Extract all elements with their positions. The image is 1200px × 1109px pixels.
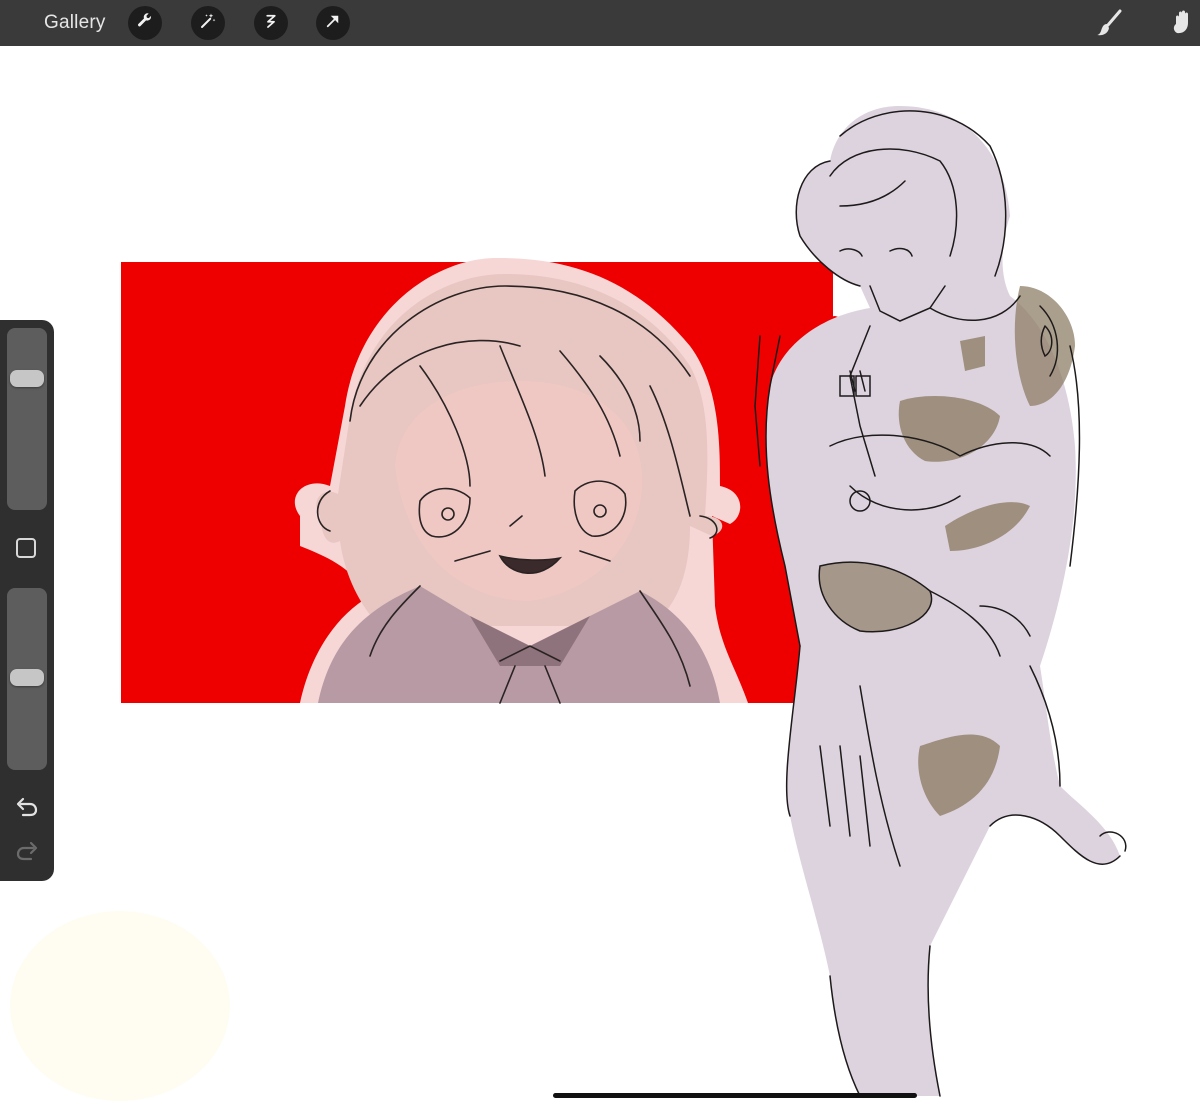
adjustments-button[interactable] [191,6,225,40]
brush-tool-button[interactable] [1093,7,1125,39]
drawing-canvas[interactable] [0,46,1200,1109]
brown-shade-shoulder [1014,286,1075,406]
opacity-slider[interactable] [7,588,47,770]
transform-button[interactable] [316,6,350,40]
actions-button[interactable] [128,6,162,40]
modify-square-icon[interactable] [16,538,36,558]
top-toolbar: Gallery [0,0,1200,46]
faint-smudge [10,911,230,1101]
smudge-tool-button[interactable] [1166,7,1198,39]
redo-button[interactable] [14,840,40,864]
brush-size-handle[interactable] [10,369,44,387]
home-indicator [553,1093,917,1098]
undo-button[interactable] [14,796,40,820]
brush-icon [1093,9,1125,43]
magic-wand-icon [199,12,217,35]
redo-icon [14,841,40,868]
opacity-handle[interactable] [10,668,44,686]
selection-icon [262,12,280,35]
undo-icon [14,797,40,824]
transform-arrow-icon [324,12,342,35]
wrench-icon [136,12,154,35]
brush-size-slider[interactable] [7,328,47,510]
smudge-icon [1166,10,1200,43]
suit-figure-fill [765,106,1120,1096]
artwork [10,106,1127,1101]
left-sidebar [0,320,54,881]
selection-button[interactable] [254,6,288,40]
gallery-button[interactable]: Gallery [44,12,106,34]
